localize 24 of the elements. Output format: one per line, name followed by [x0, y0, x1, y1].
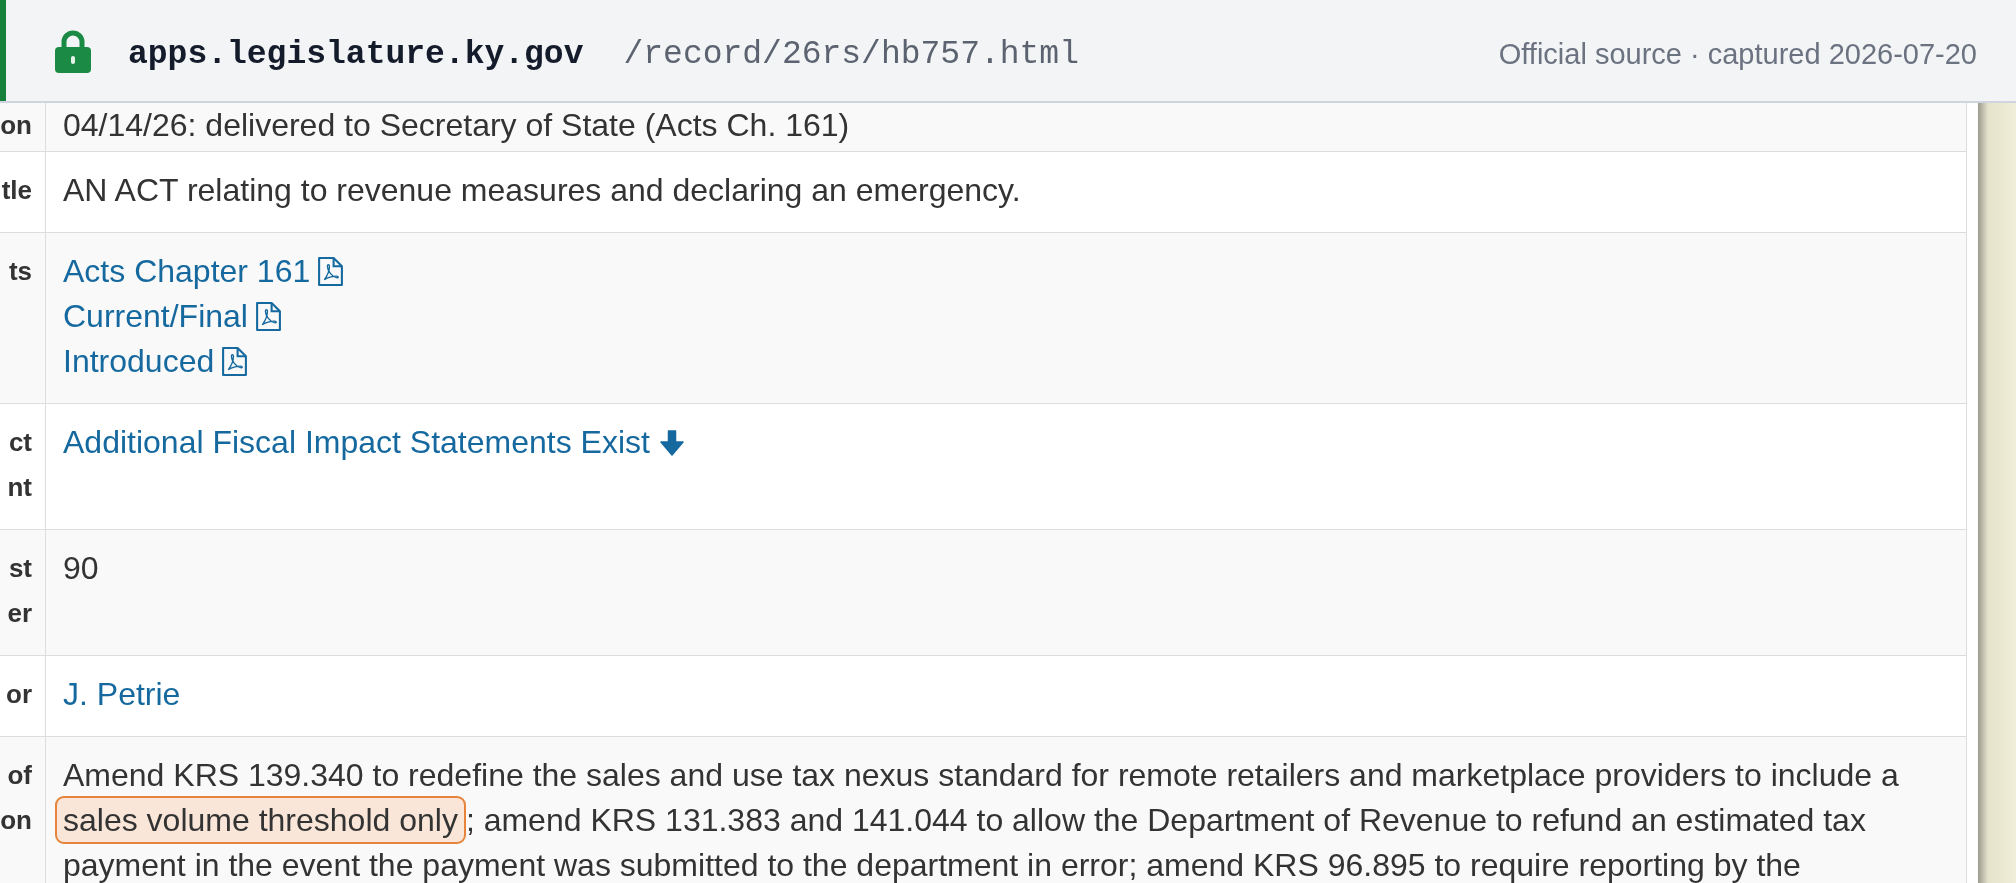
row-label: st er: [7, 552, 32, 630]
sponsor-link[interactable]: J. Petrie: [63, 672, 181, 717]
row-label: of on: [0, 759, 32, 837]
document-link[interactable]: Acts Chapter 161: [63, 249, 345, 294]
lock-icon: [55, 28, 91, 73]
path-text: /record/26rs/hb757.html: [623, 34, 1079, 75]
source-note: Official source · captured 2026-07-20: [1498, 36, 1977, 72]
row-label: tle: [1, 174, 32, 207]
pdf-file-icon: [317, 257, 345, 286]
cell-text: 04/14/26: delivered to Secretary of State (Acts Ch. 161): [63, 106, 850, 145]
document-link[interactable]: Current/Final: [63, 294, 282, 339]
row-label: ct nt: [7, 426, 32, 504]
pdf-file-icon: [221, 347, 249, 376]
domain-text: apps.legislature.ky.gov: [128, 34, 584, 75]
fiscal-impact-link[interactable]: Additional Fiscal Impact Statements Exist: [63, 420, 685, 465]
row-label: on: [0, 109, 32, 142]
highlighted-text: sales volume threshold only: [55, 796, 466, 844]
pdf-file-icon: [254, 302, 282, 331]
row-label: or: [6, 678, 32, 711]
cell-text: AN ACT relating to revenue measures and declaring an emergency.: [63, 171, 1021, 210]
cell-text: 90: [63, 549, 99, 588]
row-label: ts: [8, 255, 32, 288]
document-link[interactable]: Introduced: [63, 339, 249, 384]
arrow-down-icon: [658, 429, 685, 456]
